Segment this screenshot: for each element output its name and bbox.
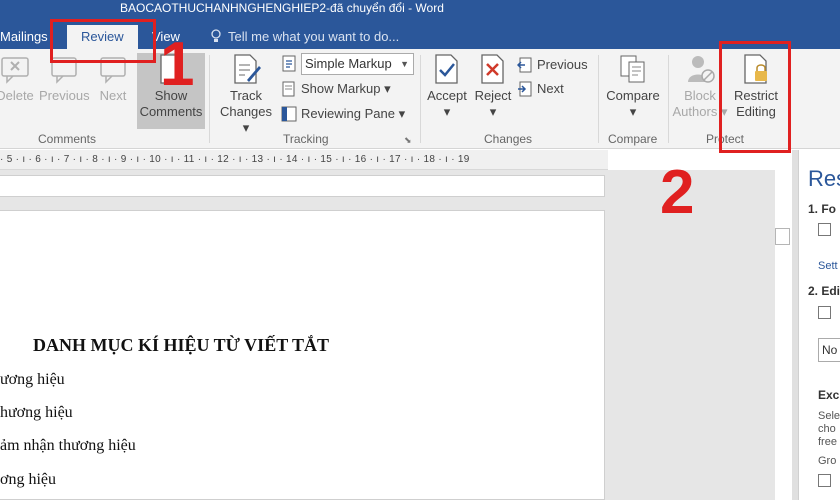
annotation-box-review-tab [50,19,156,63]
reject-label: Reject [474,88,512,103]
delete-comment-label: Delete [0,88,34,103]
ribbon: Delete Previous Next Show Comments Comme… [0,49,840,149]
previous-comment-label: Previous [39,88,90,103]
show-markup-label: Show Markup [301,81,381,96]
tell-me-placeholder: Tell me what you want to do... [228,29,400,44]
delete-comment-icon [1,57,29,84]
group-separator [420,55,421,143]
group-separator [668,55,669,143]
scrollbar-thumb[interactable] [775,228,790,245]
previous-change-label: Previous [537,57,588,72]
groups-label: Gro [818,455,837,467]
annotation-step-1: 1 [160,30,195,99]
track-changes-label-1: Track [229,88,263,103]
document-line: ơng hiệu [0,471,57,488]
next-change-icon [518,81,532,97]
compare-group-label: Compare [608,132,658,146]
annotation-step-2: 2 [660,158,695,227]
document-line: ương hiệu [0,371,65,388]
horizontal-ruler[interactable]: · 5 · ı · 6 · ı · 7 · ı · 8 · ı · 9 · ı … [0,150,608,170]
exceptions-text: free [818,436,837,448]
reviewing-pane-button[interactable]: Reviewing Pane ▾ [281,104,405,126]
markup-select-value: Simple Markup [305,56,392,71]
block-authors-label-2: Authors [672,104,718,119]
lightbulb-icon [211,29,221,42]
exceptions-text: Sele [818,410,840,422]
ruler-ticks: · 5 · ı · 6 · ı · 7 · ı · 8 · ı · 9 · ı … [0,154,470,165]
reject-icon [481,54,504,84]
tab-mailings[interactable]: Mailings [0,25,48,49]
document-page[interactable]: DANH MỤC KÍ HIỆU TỪ VIẾT TẮT ương hiệu h… [0,210,605,500]
track-changes-button[interactable]: Track Changes ▾ [215,53,277,136]
compare-label: Compare [606,88,660,103]
group-separator [598,55,599,143]
exceptions-heading: Exc [818,388,840,402]
window-title: BAOCAOTHUCHANHNGHENGHIEP2-đã chuyển đổi … [120,1,444,15]
settings-link[interactable]: Sett [818,260,838,272]
display-for-review-icon [282,55,296,72]
tell-me-box[interactable]: Tell me what you want to do... [210,25,399,49]
title-bar: BAOCAOTHUCHANHNGHENGHIEP2-đã chuyển đổi … [0,0,840,21]
compare-icon [620,55,645,83]
group-separator [209,55,210,143]
pane-title: Res [808,166,840,191]
previous-page-bottom [0,175,605,197]
accept-button[interactable]: Accept ▾ [424,53,470,120]
next-change-label: Next [537,81,564,96]
document-line: ảm nhận thương hiệu [0,437,136,454]
editing-restrictions-heading: 2. Edi [808,284,840,298]
markup-select[interactable]: Simple Markup ▼ [301,53,414,75]
chevron-down-icon: ▼ [400,59,409,69]
exceptions-text: cho [818,423,836,435]
previous-change-button[interactable]: Previous [516,55,588,77]
track-changes-icon [234,54,261,84]
editing-type-select[interactable]: No [818,338,840,362]
show-comments-label-2: Comments [139,104,203,119]
previous-change-icon [516,57,532,73]
reviewing-pane-label: Reviewing Pane [301,106,395,121]
document-heading: DANH MỤC KÍ HIỆU TỪ VIẾT TẮT [33,335,330,355]
changes-group-label: Changes [484,132,533,146]
comments-group-label: Comments [38,132,97,146]
formatting-restrictions-heading: 1. Fo [808,202,837,216]
block-authors-label-1: Block [684,88,716,103]
show-markup-icon [282,81,295,97]
reviewing-pane-icon [281,106,297,122]
delete-comment-button[interactable]: Delete [0,53,40,104]
formatting-checkbox[interactable] [818,223,831,236]
editing-type-value: No [822,343,838,357]
block-authors-icon [688,56,715,83]
show-markup-button[interactable]: Show Markup ▾ [281,79,391,101]
tracking-group-label: Tracking [283,132,329,146]
compare-button[interactable]: Compare ▾ [603,53,663,120]
track-changes-label-2: Changes [219,104,273,119]
next-comment-label: Next [99,88,127,103]
next-change-button[interactable]: Next [517,79,564,101]
editing-checkbox[interactable] [818,306,831,319]
tracking-dialog-launcher-icon[interactable]: ⬊ [404,135,412,146]
everyone-checkbox[interactable] [818,474,831,487]
accept-icon [435,54,458,84]
annotation-box-restrict-editing [719,41,791,153]
accept-label: Accept [427,88,467,103]
document-line: hương hiệu [0,404,73,421]
reject-button[interactable]: Reject ▾ [472,53,514,120]
restrict-editing-pane: Res 1. Fo Sett 2. Edi No Exc Sele cho fr… [798,150,840,500]
